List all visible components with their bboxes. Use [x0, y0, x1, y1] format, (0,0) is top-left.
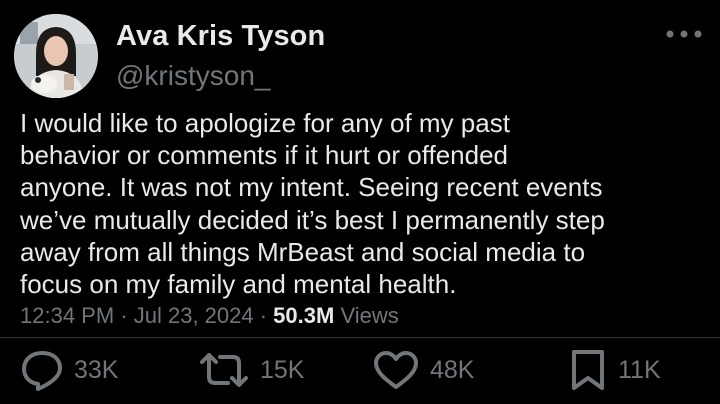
- tweet-text: I would like to apologize for any of my …: [20, 108, 605, 300]
- author-handle[interactable]: @kristyson_: [116, 60, 270, 92]
- meta-separator: ·: [114, 303, 134, 328]
- reply-button[interactable]: 33K: [20, 348, 118, 392]
- bookmark-button[interactable]: 11K: [568, 348, 661, 392]
- tweet-time[interactable]: 12:34 PM: [20, 303, 114, 328]
- avatar-photo-icon: [14, 14, 98, 98]
- divider: [0, 337, 720, 338]
- bookmark-icon: [572, 350, 604, 390]
- action-bar: 33K 15K 48K 11K: [0, 340, 720, 400]
- like-count: 48K: [430, 355, 475, 384]
- tweet-date[interactable]: Jul 23, 2024: [134, 303, 254, 328]
- author-display-name[interactable]: Ava Kris Tyson: [116, 20, 325, 53]
- more-options-button[interactable]: [664, 22, 704, 46]
- meta-separator: ·: [253, 303, 274, 328]
- heart-icon: [374, 351, 418, 389]
- retweet-button[interactable]: 15K: [198, 348, 304, 392]
- tweet-card: Ava Kris Tyson @kristyson_ I would like …: [0, 0, 720, 404]
- bookmark-count: 11K: [618, 355, 661, 384]
- retweet-icon: [200, 353, 248, 387]
- ellipsis-icon: [666, 30, 702, 38]
- tweet-meta: 12:34 PM · Jul 23, 2024 · 50.3M Views: [20, 303, 399, 329]
- reply-count: 33K: [74, 355, 119, 384]
- like-button[interactable]: 48K: [372, 348, 474, 392]
- retweet-count: 15K: [260, 355, 305, 384]
- reply-icon: [22, 351, 62, 391]
- author-avatar[interactable]: [14, 14, 98, 98]
- views-count[interactable]: 50.3M: [273, 303, 334, 328]
- views-label: Views: [334, 303, 399, 328]
